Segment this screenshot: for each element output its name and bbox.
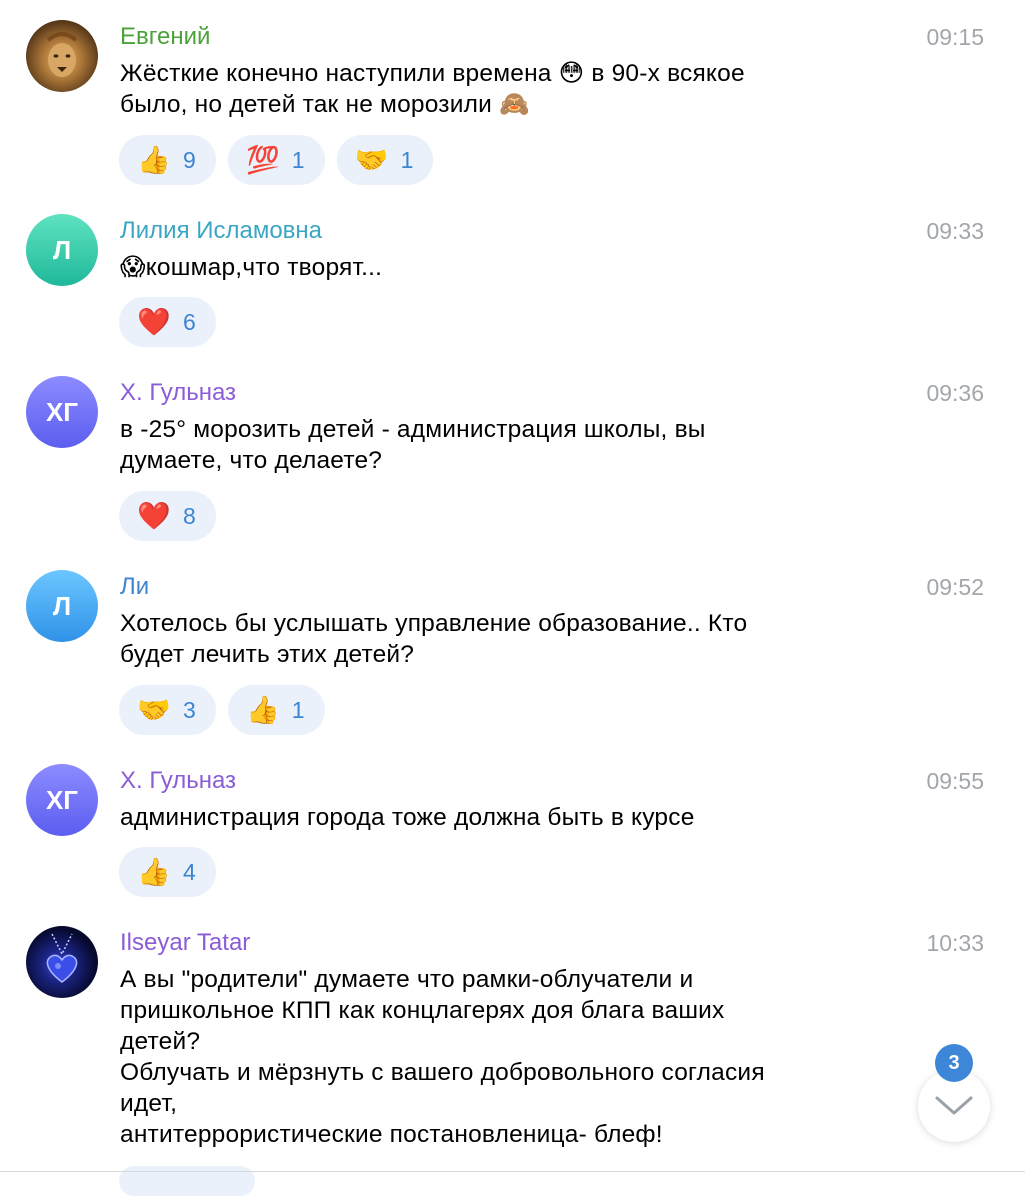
message-line: 😱кошмар,что творят... xyxy=(120,254,383,281)
thumbs-up-icon: 👍 xyxy=(245,694,280,725)
reaction-count: 9 xyxy=(183,146,196,173)
message-line: Жёсткие конечно наступили времена 😳 в 90… xyxy=(120,60,745,87)
hundred-icon: 💯 xyxy=(245,144,280,175)
sender-name[interactable]: Евгений xyxy=(120,22,210,52)
avatar-initials: ХГ xyxy=(45,784,79,815)
message-line: Облучать и мёрзнуть с вашего добровольно… xyxy=(120,1059,765,1086)
reactions: 🤝 3 👍 1 xyxy=(119,685,325,735)
message-line: А вы "родители" думаете что рамки-облуча… xyxy=(120,966,694,993)
message-line: идет, xyxy=(120,1090,178,1117)
message-time: 09:52 xyxy=(926,574,984,600)
message-line: администрация города тоже должна быть в … xyxy=(120,804,695,831)
message-text: 😱кошмар,что творят... xyxy=(120,252,840,283)
reaction-count: 1 xyxy=(400,146,414,173)
reaction-handshake[interactable]: 🤝 1 xyxy=(336,135,434,185)
avatar[interactable]: Л xyxy=(26,570,98,642)
thumbs-up-icon: 👍 xyxy=(137,856,171,887)
lion-avatar[interactable] xyxy=(26,20,98,92)
reaction-count: 1 xyxy=(291,146,305,173)
reaction-heart[interactable]: ❤️ 6 xyxy=(119,297,216,347)
reactions: ❤️ 6 xyxy=(119,297,216,347)
reactions: 👍 4 xyxy=(119,847,216,897)
reaction-thumbs-up[interactable]: 👍 4 xyxy=(119,847,216,897)
avatar[interactable]: ХГ xyxy=(26,764,98,836)
heart-icon: ❤️ xyxy=(137,500,171,531)
avatar[interactable]: ХГ xyxy=(26,376,98,448)
reaction-count: 3 xyxy=(183,696,196,723)
message-line: думаете, что делаете? xyxy=(120,447,383,474)
message-time: 10:33 xyxy=(926,930,984,956)
reactions: 👍 9 💯 1 🤝 1 xyxy=(119,135,434,185)
avatar-initials: Л xyxy=(52,590,72,621)
message-line: в -25° морозить детей - администрация шк… xyxy=(120,416,706,443)
reaction-heart[interactable]: ❤️ 8 xyxy=(119,491,216,541)
message-time: 09:36 xyxy=(926,380,984,406)
message-line: было, но детей так не морозили 🙈 xyxy=(120,91,530,118)
sender-name[interactable]: Ilseyar Tatar xyxy=(120,928,250,958)
message-text: в -25° морозить детей - администрация шк… xyxy=(120,414,840,476)
thumbs-up-icon: 👍 xyxy=(137,144,171,175)
heart-pendant-avatar[interactable] xyxy=(26,926,98,998)
handshake-icon: 🤝 xyxy=(137,694,171,725)
heart-icon: ❤️ xyxy=(137,306,171,337)
reaction-count: 4 xyxy=(183,858,196,885)
divider xyxy=(0,1171,1025,1172)
handshake-icon: 🤝 xyxy=(354,144,389,175)
sender-name[interactable]: Ли xyxy=(120,572,149,602)
sender-name[interactable]: Лилия Исламовна xyxy=(120,216,322,246)
message-line: пришкольное КПП как концлагерях доя благ… xyxy=(120,997,725,1024)
reaction-handshake[interactable]: 🤝 3 xyxy=(119,685,216,735)
avatar-initials: Л xyxy=(52,234,72,265)
reaction-hundred[interactable]: 💯 1 xyxy=(227,135,325,185)
message-line: Хотелось бы услышать управление образова… xyxy=(120,610,748,637)
message-text: Хотелось бы услышать управление образова… xyxy=(120,608,840,670)
chevron-down-icon xyxy=(935,1096,973,1115)
unread-badge: 3 xyxy=(935,1044,973,1082)
reaction-count: 8 xyxy=(183,502,196,529)
message-text: Жёсткие конечно наступили времена 😳 в 90… xyxy=(120,58,840,120)
reactions: ❤️ 8 xyxy=(119,491,216,541)
message-time: 09:33 xyxy=(926,218,984,244)
message-line: антитеррористические постановленица- бле… xyxy=(120,1121,663,1148)
sender-name[interactable]: Х. Гульназ xyxy=(120,378,236,408)
message-time: 09:55 xyxy=(926,768,984,794)
reaction-thumbs-up[interactable]: 👍 9 xyxy=(119,135,216,185)
message-line: детей? xyxy=(120,1028,201,1055)
reaction-count: 1 xyxy=(291,696,305,723)
message-text: администрация города тоже должна быть в … xyxy=(120,802,840,833)
reaction-count: 6 xyxy=(183,308,196,335)
reaction-thumbs-up[interactable]: 👍 1 xyxy=(227,685,325,735)
avatar[interactable]: Л xyxy=(26,214,98,286)
message-time: 09:15 xyxy=(926,24,984,50)
sender-name[interactable]: Х. Гульназ xyxy=(120,766,236,796)
avatar-initials: ХГ xyxy=(45,396,79,427)
message-line: будет лечить этих детей? xyxy=(120,641,415,668)
message-text: А вы "родители" думаете что рамки-облуча… xyxy=(120,964,840,1150)
